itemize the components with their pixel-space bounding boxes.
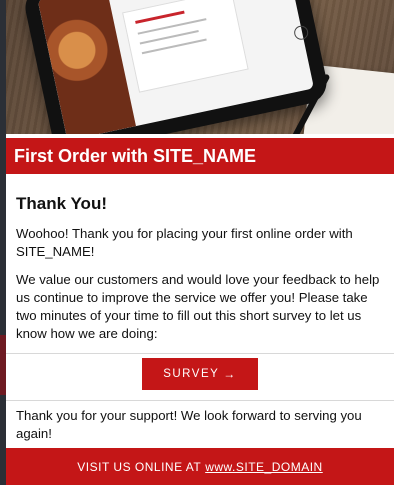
email-body: Thank You! Woohoo! Thank you for placing… <box>6 195 394 343</box>
arrow-right-icon: → <box>223 367 237 381</box>
feedback-paragraph: We value our customers and would love yo… <box>16 272 380 341</box>
footer-text: VISIT US ONLINE AT <box>77 459 202 474</box>
footer-bar: VISIT US ONLINE AT www.SITE_DOMAIN <box>6 448 394 485</box>
survey-button-row: SURVEY → <box>6 354 394 400</box>
closing-paragraph: Thank you for your support! We look forw… <box>16 408 362 441</box>
intro-paragraph: Woohoo! Thank you for placing your first… <box>16 226 353 259</box>
email-title: First Order with SITE_NAME <box>14 145 257 166</box>
survey-button-label: SURVEY <box>163 368 220 380</box>
email-title-bar: First Order with SITE_NAME <box>6 138 394 174</box>
thank-you-heading: Thank You! <box>16 194 107 213</box>
hero-image <box>6 0 394 134</box>
survey-button[interactable]: SURVEY → <box>142 358 258 390</box>
email-container: First Order with SITE_NAME Thank You! Wo… <box>6 0 394 485</box>
site-link[interactable]: www.SITE_DOMAIN <box>205 460 323 474</box>
